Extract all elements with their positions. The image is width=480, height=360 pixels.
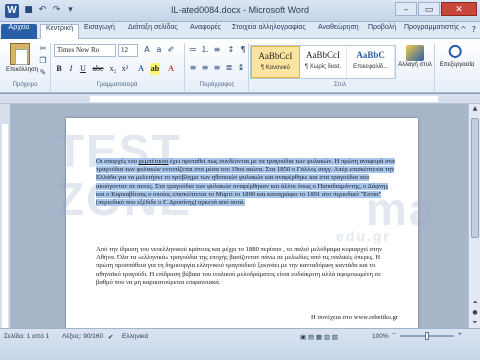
paragraph-2[interactable]: Από την ίδρυση του νεοελληνικού κράτους … [96, 246, 398, 287]
align-left-icon[interactable]: ≡ [188, 63, 198, 73]
divider [434, 43, 435, 91]
style-heading-1[interactable]: AaBbC Επικεφαλίδ... [347, 46, 396, 78]
clear-format-icon[interactable]: ✐ [166, 45, 176, 55]
tab-page-layout[interactable]: Διάταξη σελίδας [128, 24, 178, 39]
document-area[interactable]: TEST ZONE ma edu.gr Οι απαρχές του ρεμπέ… [10, 104, 468, 328]
zoom-level[interactable]: 100% [372, 333, 389, 340]
divider [50, 43, 51, 91]
highlight-button[interactable]: ab [150, 63, 160, 75]
superscript-button[interactable]: x² [120, 63, 130, 75]
word-count[interactable]: Λέξεις: 90/160 [62, 333, 103, 340]
underline-button[interactable]: U [78, 63, 88, 75]
clipboard-group-label: Πρόχειρο [12, 82, 38, 88]
close-button[interactable]: ✕ [441, 2, 477, 16]
prev-page-icon[interactable]: ⏶ [469, 298, 480, 308]
horizontal-ruler[interactable] [0, 94, 480, 104]
zoom-knob[interactable] [425, 332, 429, 340]
tab-mailings[interactable]: Στοιχεία αλληλογραφίας [232, 24, 306, 39]
status-bar: Σελίδα: 1 από 1 Λέξεις: 90/160 ✔ Ελληνικ… [0, 328, 480, 360]
ribbon: Επικόλληση ✂ ❐ ✎ Πρόχειρο Times New Ro 1… [0, 39, 480, 93]
font-size-box[interactable]: 12 [118, 44, 138, 57]
zoom-in-icon[interactable]: + [458, 331, 462, 338]
tab-home[interactable]: Κεντρική [40, 24, 79, 39]
multilevel-list-icon[interactable]: ≡ [212, 45, 222, 55]
paragraph-1-selected[interactable]: Οι απαρχές του ρεμπέτικου έχει προταθεί … [96, 158, 398, 207]
editing-button[interactable]: Επεξεργασία [438, 43, 476, 81]
paragraph-group-label: Παράγραφος [199, 82, 235, 88]
bullets-icon[interactable]: ≔ [188, 45, 198, 55]
language-indicator[interactable]: Ελληνικά [122, 333, 148, 340]
help-icon[interactable]: ? [472, 25, 476, 34]
bold-button[interactable]: B [54, 63, 64, 75]
ribbon-minimize-icon[interactable]: ^ [460, 25, 467, 34]
change-styles-button[interactable]: Αλλαγή στυλ [398, 43, 432, 81]
cut-icon[interactable]: ✂ [38, 44, 48, 54]
italic-button[interactable]: I [66, 63, 76, 75]
paste-label: Επικόλληση [6, 67, 39, 73]
font-color-button[interactable]: A [166, 63, 176, 75]
browse-object-icon[interactable]: ● [469, 308, 480, 318]
font-name-box[interactable]: Times New Ro [54, 44, 116, 57]
scroll-thumb[interactable] [471, 118, 479, 238]
ribbon-right-controls: ^ ? [460, 25, 476, 34]
tab-review[interactable]: Αναθεώρηση [318, 24, 359, 39]
subscript-button[interactable]: x₂ [108, 63, 118, 75]
find-icon [448, 45, 466, 61]
ribbon-tabs: Αρχείο Κεντρική Εισαγωγή Διάταξη σελίδας… [0, 22, 480, 39]
vertical-scrollbar[interactable]: ▲ ⏶ ● ⏷ [468, 104, 480, 328]
signature-line: Η συνέχεια στο www.rebetiko.gr [311, 314, 398, 321]
tab-file[interactable]: Αρχείο [1, 24, 37, 39]
line-spacing-icon[interactable]: ↨ [236, 63, 246, 73]
next-page-icon[interactable]: ⏷ [469, 318, 480, 328]
align-center-icon[interactable]: ≡ [200, 63, 210, 73]
zoom-out-icon[interactable]: − [392, 331, 396, 338]
change-styles-icon [406, 45, 424, 61]
justify-icon[interactable]: ≣ [224, 63, 234, 73]
style-no-spacing[interactable]: AaBbCcI ¶ Χωρίς διασ. [300, 46, 348, 78]
numbering-icon[interactable]: ⒈ [200, 45, 210, 55]
show-marks-icon[interactable]: ¶ [238, 45, 248, 55]
strikethrough-button[interactable]: abc [92, 63, 104, 75]
styles-gallery: AaBbCcI ¶ Κανονικό AaBbCcI ¶ Χωρίς διασ.… [250, 45, 396, 79]
selected-text: Οι απαρχές του ρεμπέτικου έχει προταθεί … [96, 158, 395, 207]
vertical-ruler[interactable] [0, 104, 10, 328]
align-right-icon[interactable]: ≡ [212, 63, 222, 73]
tab-developer[interactable]: Προγραμματιστής [404, 24, 459, 39]
tab-insert[interactable]: Εισαγωγή [84, 24, 115, 39]
view-buttons[interactable]: ▣ ▤ ▦ ▥ ▧ [300, 333, 338, 341]
document-page[interactable]: TEST ZONE ma edu.gr Οι απαρχές του ρεμπέ… [56, 118, 434, 328]
scroll-up-icon[interactable]: ▲ [469, 104, 480, 114]
tab-references[interactable]: Αναφορές [190, 24, 221, 39]
format-painter-icon[interactable]: ✎ [38, 68, 48, 78]
copy-icon[interactable]: ❐ [38, 56, 48, 66]
text-effects-button[interactable]: A [136, 63, 146, 75]
watermark-text: edu.gr [336, 228, 391, 244]
styles-group-label: Στυλ [333, 82, 347, 88]
style-normal[interactable]: AaBbCcI ¶ Κανονικό [251, 46, 300, 78]
minimize-button[interactable]: – [395, 2, 417, 16]
divider [248, 43, 249, 91]
shrink-font-icon[interactable]: a [154, 45, 164, 55]
clipboard-icon [10, 43, 30, 65]
font-group-label: Γραμματοσειρά [96, 82, 138, 88]
divider [184, 43, 185, 91]
tab-view[interactable]: Προβολή [368, 24, 396, 39]
paste-button[interactable]: Επικόλληση [6, 43, 39, 81]
window-controls: – ▭ ✕ [395, 2, 477, 16]
sort-icon[interactable]: ↕ [226, 45, 236, 55]
rebetiko-link[interactable]: www.rebetiko.gr [354, 314, 398, 321]
page-count[interactable]: Σελίδα: 1 από 1 [4, 333, 49, 340]
maximize-button[interactable]: ▭ [418, 2, 440, 16]
title-bar: W ■ ↶ ↷ ▾ IL-ated0084.docx - Microsoft W… [0, 0, 480, 22]
proofing-icon[interactable]: ✔ [108, 333, 113, 341]
zoom-slider[interactable] [400, 332, 454, 340]
grow-font-icon[interactable]: A [142, 45, 152, 55]
